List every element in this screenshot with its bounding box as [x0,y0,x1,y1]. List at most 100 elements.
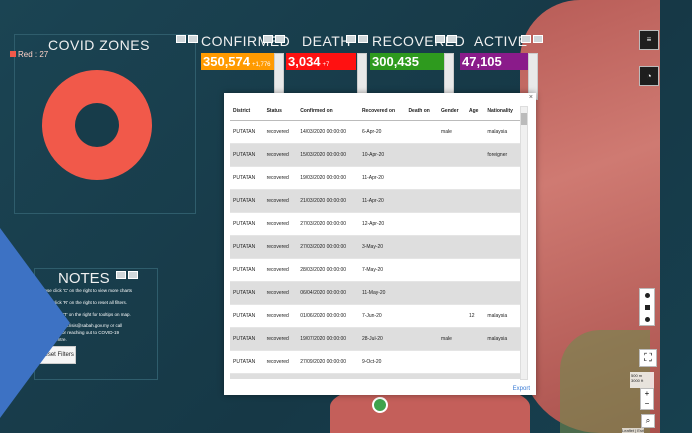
table-cell: malaysia [484,327,522,351]
table-cell [438,350,467,374]
confirmed-window-controls[interactable] [263,35,285,43]
table-cell [466,143,485,167]
pie-chart-icon[interactable]: ◔ [639,66,659,86]
close-icon[interactable] [275,35,285,43]
table-row[interactable]: PUTATAN recovered 15/03/2020 00:00:00 10-Ap… [230,143,522,167]
col-age[interactable]: Age [466,101,485,121]
dot-icon [644,316,650,322]
table-cell: 28/09/2020 00:00:00 [297,373,359,379]
fullscreen-icon[interactable]: ⛶ [639,349,657,367]
legend-swatch [10,51,16,57]
table-row[interactable]: PUTATAN recovered 27/03/2020 00:00:00 3-May… [230,235,522,259]
col-gender[interactable]: Gender [438,101,467,121]
table-cell [405,258,439,282]
map-scale: 500 m 3000 ft [630,372,654,388]
close-icon[interactable] [533,35,543,43]
table-row[interactable]: PUTATAN recovered 28/03/2020 00:00:00 7-May… [230,258,522,282]
table-cell: 11-Apr-20 [358,166,406,190]
table-row[interactable]: PUTATAN recovered 06/04/2020 00:00:00 11-Ma… [230,281,522,305]
close-icon[interactable] [447,35,457,43]
close-icon[interactable] [358,35,368,43]
table-cell [405,350,439,374]
table-cell: 19/07/2020 00:00:00 [297,327,359,351]
table-cell: male [438,120,467,144]
table-cell [466,120,485,144]
map-attribution[interactable]: Leaflet | Esri [622,428,645,433]
table-header-row: District Status Confirmed on Recovered o… [230,101,522,121]
table-cell [405,281,439,305]
export-link[interactable]: Export [513,386,530,392]
col-nationality[interactable]: Nationality [484,101,522,121]
minimize-icon[interactable] [263,35,273,43]
table-cell: PUTATAN [230,258,264,282]
menu-icon[interactable]: ≡ [639,30,659,50]
table-cell [466,281,485,305]
table-cell: PUTATAN [230,350,264,374]
map-marker[interactable] [372,397,388,413]
table-cell: PUTATAN [230,143,264,167]
recovered-value: 300,435 [372,54,419,69]
table-cell: recovered [263,304,298,328]
table-cell: 28-Jul-20 [358,327,406,351]
zoom-out-icon[interactable]: − [641,399,653,409]
table-cell: recovered [263,143,298,167]
table-row[interactable]: PUTATANrecovered28/09/2020 00:00:0010-Oc… [230,373,522,379]
table-row[interactable]: PUTATAN recovered 19/03/2020 00:00:00 11-Ap… [230,166,522,190]
zoom-controls[interactable]: + − [640,388,654,410]
close-icon[interactable]: × [529,94,533,101]
table-row[interactable]: PUTATAN recovered 01/06/2020 00:00:00 7-Jun… [230,304,522,328]
col-death-on[interactable]: Death on [405,101,439,121]
search-icon[interactable]: ⌕ [641,414,655,428]
table-row[interactable]: PUTATAN recovered 14/03/2020 00:00:00 6-Apr… [230,120,522,144]
death-value: 3,034 [288,54,321,69]
minimize-icon[interactable] [435,35,445,43]
table-cell: recovered [263,327,298,351]
minimize-icon[interactable] [521,35,531,43]
col-status[interactable]: Status [263,101,298,121]
table-cell [466,327,485,351]
table-cell [438,189,467,213]
table-cell [484,235,522,259]
table-cell: 27/09/2020 00:00:00 [297,350,359,374]
table-cell: 9-Oct-20 [358,350,406,374]
table-cell: 12 [466,304,485,328]
table-cell [466,189,485,213]
minimize-icon[interactable] [176,35,186,43]
active-value-box: 47,105 [460,53,532,70]
death-window-controls[interactable] [346,35,368,43]
recovered-window-controls[interactable] [435,35,457,43]
table-cell: malaysia [484,120,522,144]
table-cell [438,258,467,282]
table-cell [405,235,439,259]
table-cell [405,143,439,167]
table-cell [405,327,439,351]
table-row[interactable]: PUTATAN recovered 27/09/2020 00:00:00 9-Oct… [230,350,522,374]
table-cell [438,143,467,167]
table-scroll-area[interactable]: District Status Confirmed on Recovered o… [230,101,522,379]
table-cell: 10-Apr-20 [358,143,406,167]
minimize-icon[interactable] [346,35,356,43]
zoom-in-icon[interactable]: + [641,389,653,399]
zones-window-controls[interactable] [176,35,198,43]
table-cell [466,373,485,379]
table-row[interactable]: PUTATAN recovered 21/03/2020 00:00:00 11-Ap… [230,189,522,213]
col-confirmed-on[interactable]: Confirmed on [297,101,359,121]
scroll-thumb[interactable] [521,113,527,125]
table-cell: 28/03/2020 00:00:00 [297,258,359,282]
notes-window-controls[interactable] [116,271,138,279]
table-cell: PUTATAN [230,304,264,328]
close-icon[interactable] [188,35,198,43]
active-value: 47,105 [462,54,502,69]
zones-legend: Red : 27 [10,50,48,59]
table-scrollbar[interactable] [520,106,528,380]
close-icon[interactable] [128,271,138,279]
col-recovered-on[interactable]: Recovered on [358,101,406,121]
minimize-icon[interactable] [116,271,126,279]
zones-donut-chart[interactable] [42,70,152,180]
layer-dots[interactable] [639,288,655,326]
col-district[interactable]: District [230,101,264,121]
death-value-box: 3,034 +7 [286,53,356,70]
active-window-controls[interactable] [521,35,543,43]
table-row[interactable]: PUTATAN recovered 27/03/2020 00:00:00 12-Ap… [230,212,522,236]
table-row[interactable]: PUTATAN recovered 19/07/2020 00:00:00 28-Ju… [230,327,522,351]
